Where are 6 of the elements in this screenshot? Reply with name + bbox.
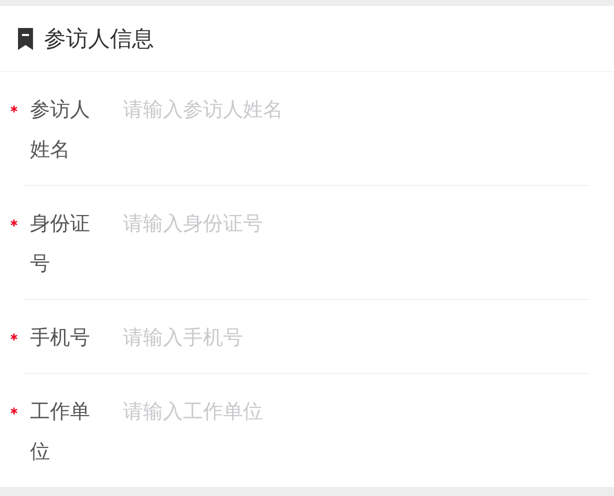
- bookmark-icon: [17, 26, 34, 50]
- field-label: 身份证号: [30, 212, 91, 277]
- field-label: 工作单位: [30, 400, 91, 465]
- field-label: 手机号: [30, 326, 91, 351]
- field-label: 参访人姓名: [30, 98, 91, 163]
- section-title: 参访人信息: [44, 25, 154, 53]
